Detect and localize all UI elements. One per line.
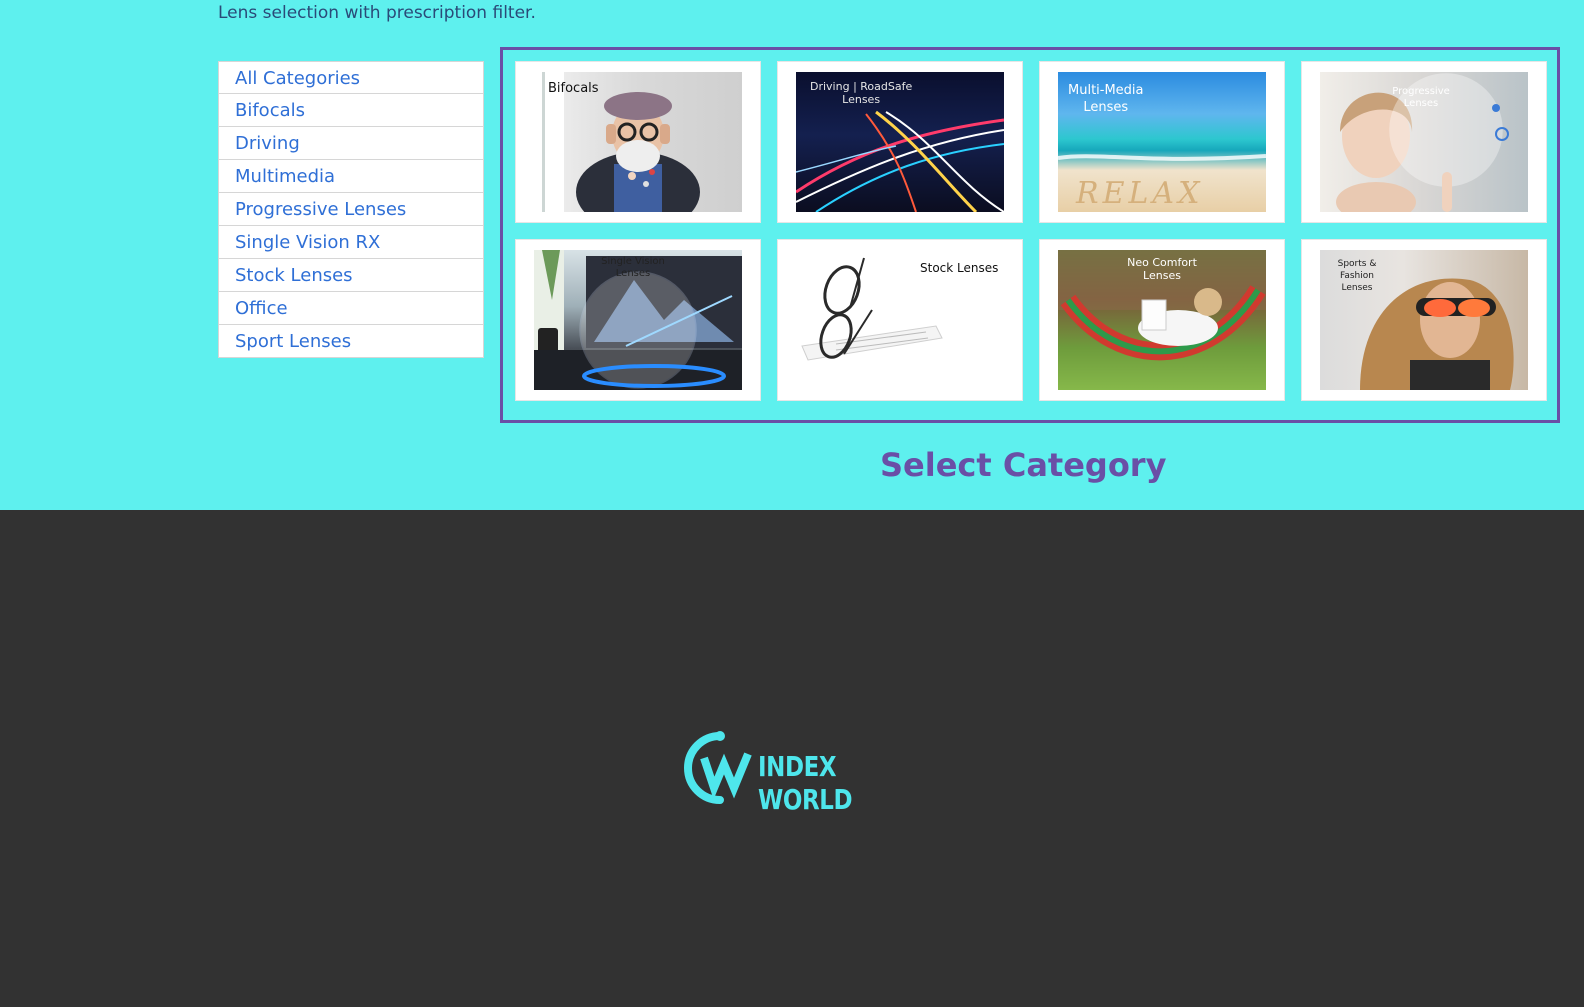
- card-multimedia[interactable]: Multi-Media Lenses RELAX: [1039, 61, 1285, 223]
- bifocals-image: Bifocals: [534, 72, 742, 212]
- sports-fashion-caption: Sports & Fashion Lenses: [1322, 258, 1392, 294]
- card-progressive[interactable]: Progressive Lenses: [1301, 61, 1547, 223]
- multimedia-caption-line-1: Multi-Media: [1068, 83, 1144, 98]
- single-vision-caption: Single Vision Lenses: [598, 256, 668, 280]
- single-vision-caption-line-1: Single Vision: [601, 256, 665, 267]
- category-single-vision[interactable]: Single Vision RX: [218, 226, 484, 259]
- driving-caption: Driving | RoadSafe Lenses: [810, 80, 912, 106]
- sports-fashion-caption-line-1: Sports & Fashion: [1337, 259, 1377, 281]
- driving-caption-line-1: Driving | RoadSafe: [810, 80, 913, 93]
- category-bifocals[interactable]: Bifocals: [218, 94, 484, 127]
- single-vision-image: Single Vision Lenses: [534, 250, 742, 390]
- progressive-caption: Progressive Lenses: [1386, 86, 1456, 110]
- category-driving[interactable]: Driving: [218, 127, 484, 160]
- driving-image: Driving | RoadSafe Lenses: [796, 72, 1004, 212]
- multimedia-caption: Multi-Media Lenses: [1068, 82, 1144, 116]
- card-bifocals[interactable]: Bifocals: [515, 61, 761, 223]
- category-list: All Categories Bifocals Driving Multimed…: [218, 61, 484, 358]
- category-progressive[interactable]: Progressive Lenses: [218, 193, 484, 226]
- stock-lenses-caption: Stock Lenses: [920, 261, 999, 275]
- logo-text: INDEX WORLD: [758, 750, 853, 816]
- category-stock[interactable]: Stock Lenses: [218, 259, 484, 292]
- top-section: Lens selection with prescription filter.…: [0, 0, 1584, 510]
- relax-sand-text: RELAX: [1076, 176, 1204, 211]
- category-all[interactable]: All Categories: [218, 61, 484, 94]
- card-stock-lenses[interactable]: Stock Lenses: [777, 239, 1023, 401]
- driving-caption-line-2: Lenses: [842, 93, 881, 106]
- intro-text: Lens selection with prescription filter.: [218, 3, 536, 23]
- card-neo-comfort[interactable]: Neo Comfort Lenses: [1039, 239, 1285, 401]
- sports-fashion-image: Sports & Fashion Lenses: [1320, 250, 1528, 390]
- category-multimedia[interactable]: Multimedia: [218, 160, 484, 193]
- neo-comfort-caption-line-2: Lenses: [1143, 269, 1181, 282]
- select-category-heading: Select Category: [880, 446, 1167, 484]
- multimedia-caption-line-2: Lenses: [1083, 100, 1129, 115]
- single-vision-caption-line-2: Lenses: [615, 268, 651, 279]
- neo-comfort-image: Neo Comfort Lenses: [1058, 250, 1266, 390]
- multimedia-image: Multi-Media Lenses RELAX: [1058, 72, 1266, 212]
- card-driving[interactable]: Driving | RoadSafe Lenses: [777, 61, 1023, 223]
- index-world-logo-icon: [684, 731, 752, 804]
- stock-lenses-image: Stock Lenses: [796, 250, 1004, 390]
- neo-comfort-caption: Neo Comfort Lenses: [1120, 256, 1204, 282]
- progressive-image: Progressive Lenses: [1320, 72, 1528, 212]
- category-grid: Bifocals Driving | RoadSafe Lenses Multi…: [500, 47, 1560, 423]
- neo-comfort-caption-line-1: Neo Comfort: [1127, 256, 1197, 269]
- bifocals-caption: Bifocals: [548, 81, 599, 96]
- sports-fashion-caption-line-2: Lenses: [1341, 283, 1373, 293]
- category-sport[interactable]: Sport Lenses: [218, 325, 484, 358]
- footer-logo[interactable]: INDEX WORLD: [676, 728, 916, 816]
- progressive-caption-line-1: Progressive: [1392, 86, 1450, 97]
- card-sports-fashion[interactable]: Sports & Fashion Lenses: [1301, 239, 1547, 401]
- progressive-caption-line-2: Lenses: [1403, 98, 1439, 109]
- category-office[interactable]: Office: [218, 292, 484, 325]
- card-single-vision[interactable]: Single Vision Lenses: [515, 239, 761, 401]
